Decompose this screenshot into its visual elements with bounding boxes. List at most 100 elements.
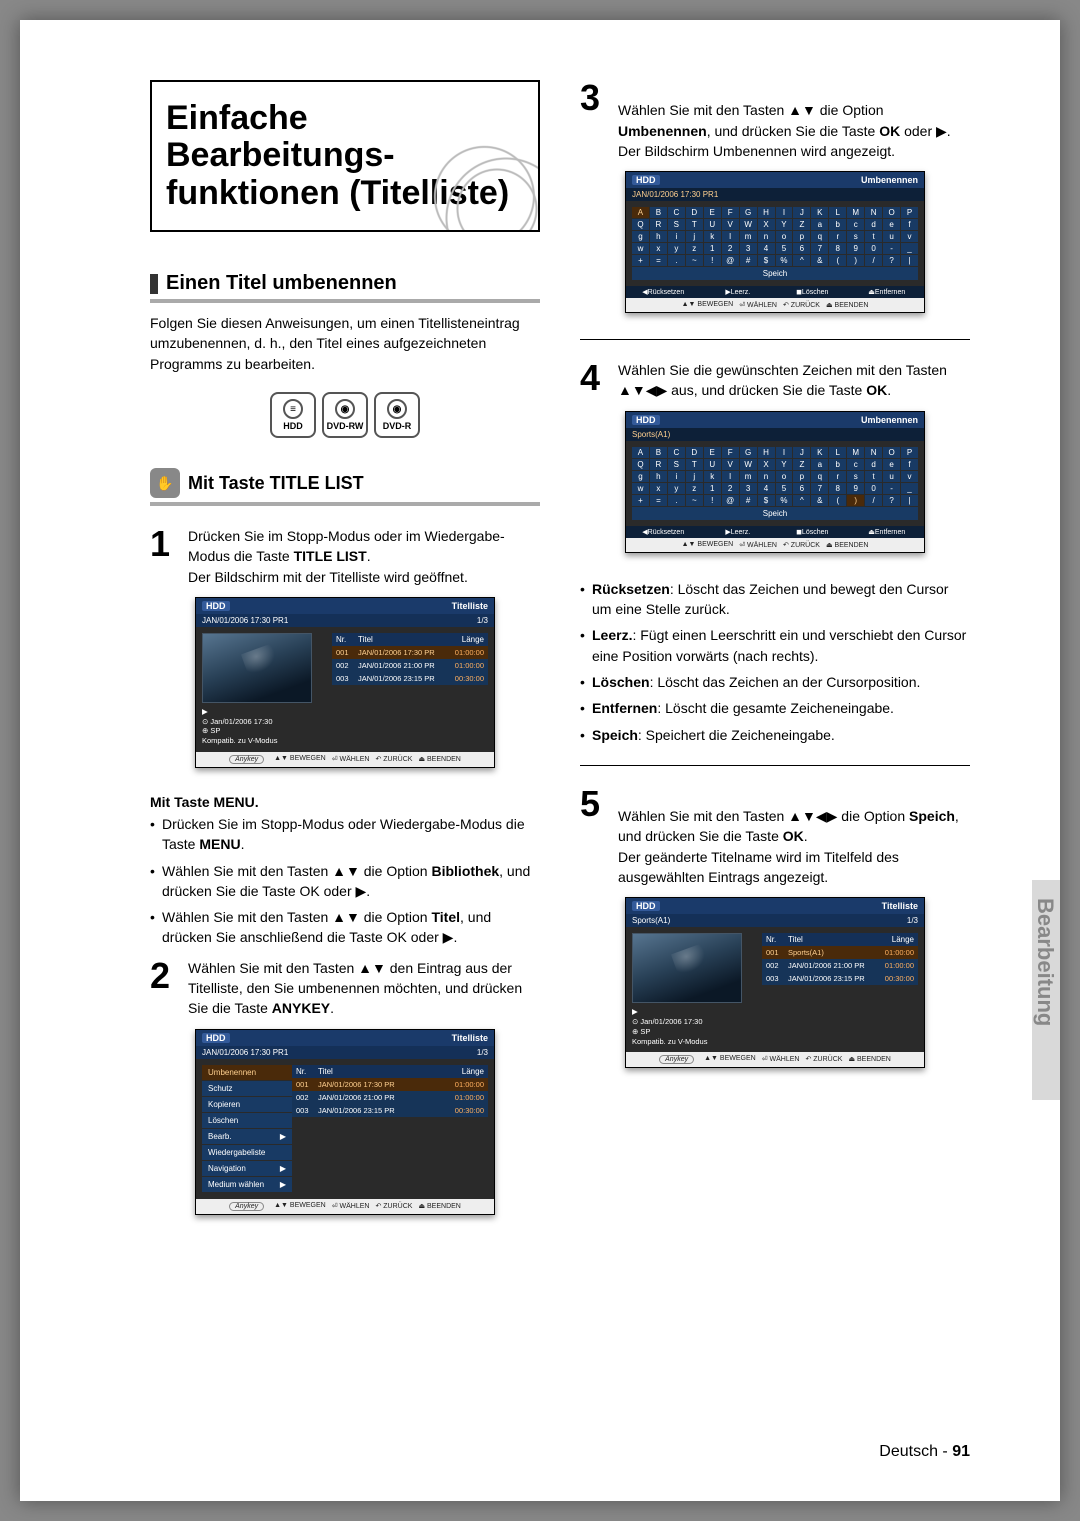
- key: 0: [865, 243, 882, 254]
- key: Z: [793, 459, 810, 470]
- key: W: [740, 459, 757, 470]
- key: g: [632, 231, 649, 242]
- osd-rename-keyboard: HDDUmbenennen JAN/01/2006 17:30 PR1 ABCD…: [625, 171, 925, 313]
- key: _: [901, 243, 918, 254]
- key: #: [740, 255, 757, 266]
- key: s: [847, 471, 864, 482]
- manual-page: Bearbeitung Einfache Bearbeitungs- funkt…: [20, 20, 1060, 1501]
- key: z: [686, 243, 703, 254]
- badge-hdd: ≡HDD: [270, 392, 316, 438]
- key: 8: [829, 483, 846, 494]
- key: %: [776, 255, 793, 266]
- left-column: Einfache Bearbeitungs- funktionen (Titel…: [150, 80, 540, 1241]
- hdd-icon: ≡: [283, 399, 303, 419]
- key: Q: [632, 219, 649, 230]
- list-item: Rücksetzen: Löscht das Zeichen und beweg…: [580, 579, 970, 620]
- key: D: [686, 447, 703, 458]
- table-row: 003JAN/01/2006 23:15 PR00:30:00: [332, 672, 488, 685]
- osd-title: Umbenennen: [861, 175, 918, 185]
- key: S: [668, 219, 685, 230]
- key: l: [722, 471, 739, 482]
- key: ): [847, 255, 864, 266]
- list-item: Drücken Sie im Stopp-Modus oder Wiederga…: [150, 814, 540, 855]
- step-number: 2: [150, 958, 178, 1019]
- key: $: [758, 255, 775, 266]
- right-column: 3 Wählen Sie mit den Tasten ▲▼ die Optio…: [580, 80, 970, 1241]
- key: n: [758, 231, 775, 242]
- key: /: [865, 255, 882, 266]
- list-item: Leerz.: Fügt einen Leerschritt ein und v…: [580, 625, 970, 666]
- step-text: Wählen Sie die gewünschten Zeichen mit d…: [618, 360, 970, 401]
- key: |: [901, 255, 918, 266]
- key: ^: [793, 495, 810, 506]
- key: 9: [847, 243, 864, 254]
- osd-footer: ▲▼ BEWEGEN⏎ WÄHLEN↶ ZURÜCK⏏ BEENDEN: [626, 538, 924, 552]
- key: +: [632, 495, 649, 506]
- key: y: [668, 243, 685, 254]
- key: &: [811, 255, 828, 266]
- badge-dvdr: ◉DVD-R: [374, 392, 420, 438]
- save-key: Speich: [632, 507, 918, 520]
- osd-title: Titelliste: [452, 1033, 488, 1043]
- key: 9: [847, 483, 864, 494]
- key: -: [883, 243, 900, 254]
- key: I: [776, 207, 793, 218]
- key: g: [632, 471, 649, 482]
- key: H: [758, 447, 775, 458]
- key: G: [740, 207, 757, 218]
- key: B: [650, 447, 667, 458]
- osd-meta: ▶ ⊙ Jan/01/2006 17:30 ⊕ SP Kompatib. zu …: [202, 707, 332, 746]
- osd-titlelist-result: HDDTitelliste Sports(A1)1/3 ▶ ⊙ Jan/01/2…: [625, 897, 925, 1068]
- definition-list: Rücksetzen: Löscht das Zeichen und beweg…: [580, 579, 970, 745]
- key: t: [865, 471, 882, 482]
- key: d: [865, 219, 882, 230]
- key: @: [722, 255, 739, 266]
- section-intro: Folgen Sie diesen Anweisungen, um einen …: [150, 313, 540, 374]
- osd-title: Titelliste: [452, 601, 488, 611]
- step-2: 2 Wählen Sie mit den Tasten ▲▼ den Eintr…: [150, 958, 540, 1019]
- key: N: [865, 207, 882, 218]
- key: E: [704, 447, 721, 458]
- menu-bullet-list: Drücken Sie im Stopp-Modus oder Wiederga…: [150, 814, 540, 948]
- key: &: [811, 495, 828, 506]
- step-number: 3: [580, 80, 608, 161]
- key: 2: [722, 483, 739, 494]
- key: ^: [793, 255, 810, 266]
- key: w: [632, 243, 649, 254]
- key: T: [686, 459, 703, 470]
- hdd-badge: HDD: [202, 1033, 230, 1043]
- hdd-badge: HDD: [632, 175, 660, 185]
- key: G: [740, 447, 757, 458]
- menu-item: Medium wählen▶: [202, 1177, 292, 1192]
- menu-item: Bearb.▶: [202, 1129, 292, 1144]
- menu-sub-heading: Mit Taste MENU.: [150, 794, 540, 810]
- key: t: [865, 231, 882, 242]
- key: Q: [632, 459, 649, 470]
- key: b: [829, 459, 846, 470]
- step-text: Wählen Sie mit den Tasten ▲▼ die Option …: [618, 80, 970, 161]
- osd-meta: ▶ ⊙ Jan/01/2006 17:30 ⊕ SP Kompatib. zu …: [632, 1007, 762, 1046]
- table-row: 002JAN/01/2006 21:00 PR01:00:00: [762, 959, 918, 972]
- key: +: [632, 255, 649, 266]
- key: v: [901, 231, 918, 242]
- key: ~: [686, 255, 703, 266]
- osd-table-header: Nr.TitelLänge: [292, 1065, 488, 1078]
- key: j: [686, 471, 703, 482]
- step-number: 1: [150, 526, 178, 587]
- key: Z: [793, 219, 810, 230]
- key: o: [776, 231, 793, 242]
- disc-icon: ◉: [387, 399, 407, 419]
- key: L: [829, 207, 846, 218]
- key: A: [632, 447, 649, 458]
- key: (: [829, 495, 846, 506]
- key: M: [847, 447, 864, 458]
- key: 3: [740, 243, 757, 254]
- key: o: [776, 471, 793, 482]
- key: X: [758, 459, 775, 470]
- onscreen-keyboard: ABCDEFGHIJKLMNOPQRSTUVWXYZabcdefghijklmn…: [626, 201, 924, 286]
- disc-badges: ≡HDD ◉DVD-RW ◉DVD-R: [150, 392, 540, 438]
- key: y: [668, 483, 685, 494]
- key: K: [811, 207, 828, 218]
- save-key: Speich: [632, 267, 918, 280]
- step-1: 1 Drücken Sie im Stopp-Modus oder im Wie…: [150, 526, 540, 587]
